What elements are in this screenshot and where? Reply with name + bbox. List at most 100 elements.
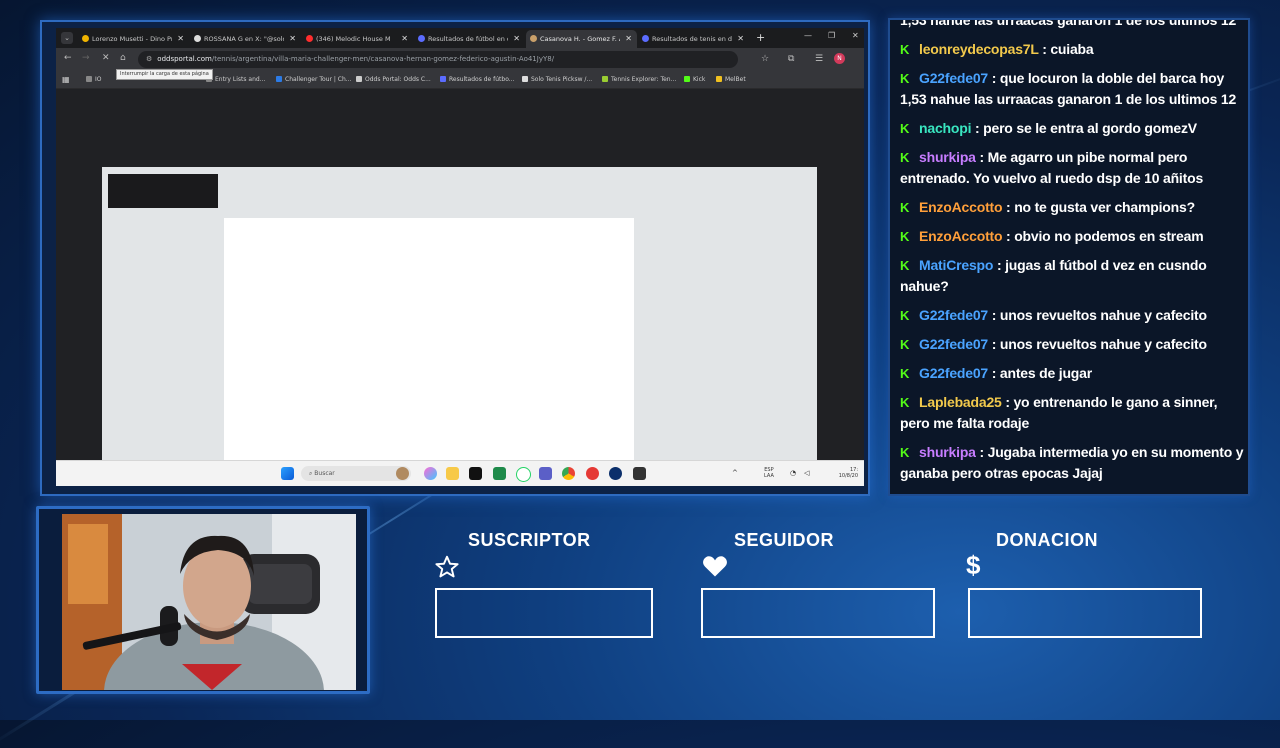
bookmark-favicon-icon [276, 76, 282, 82]
profile-avatar[interactable]: N [834, 53, 845, 64]
bookmark-item[interactable]: MelBet [716, 72, 746, 88]
chat-username[interactable]: shurkipa [919, 149, 976, 165]
tab-close-icon[interactable]: ✕ [625, 30, 632, 48]
language-indicator[interactable]: ESP LAA [764, 467, 774, 479]
chat-message: Knachopi : pero se le entra al gordo gom… [900, 114, 1248, 143]
windows-taskbar: ⌕ Buscar ^ ESP LAA ◔ ◁ 17: 10/8/20 [56, 460, 864, 486]
network-icon[interactable]: ◔ [790, 470, 796, 477]
kick-badge-icon: K [900, 308, 910, 323]
chat-message: K G22fede07 : unos revueltos nahue y cafe… [900, 330, 1248, 359]
webcam-image [62, 514, 356, 690]
bookmark-item[interactable]: Entry Lists and... [206, 72, 265, 88]
bookmark-favicon-icon [440, 76, 446, 82]
browser-tab[interactable]: Resultados de fútbol en d ✕ [414, 30, 525, 48]
extensions-icon[interactable]: ⧉ [788, 54, 794, 64]
chat-username[interactable]: leonreydecopas7L [919, 41, 1039, 57]
clock[interactable]: 17: 10/8/20 [828, 467, 858, 479]
maximize-icon[interactable]: ❐ [828, 31, 835, 40]
bookmark-item[interactable]: Odds Portal: Odds C... [356, 72, 431, 88]
tab-favicon-icon [82, 35, 89, 42]
browser-tab[interactable]: Lorenzo Musetti - Dino Pr ✕ [78, 30, 189, 48]
chat-username[interactable]: G22fede07 [919, 365, 988, 381]
browser-tab[interactable]: (346) Melodic House M ✕ [302, 30, 413, 48]
browser-tab[interactable]: Resultados de tenis en d ✕ [638, 30, 749, 48]
app-icon[interactable] [586, 467, 599, 480]
bookmark-label: Entry Lists and... [215, 76, 266, 83]
bookmark-star-icon[interactable]: ☆ [761, 54, 769, 64]
bookmark-item[interactable]: Solo Tenis Picksw /... [522, 72, 592, 88]
stop-loading-icon[interactable]: ✕ [102, 53, 110, 63]
tab-favicon-icon [642, 35, 649, 42]
chat-username[interactable]: shurkipa [919, 444, 976, 460]
page-content [102, 167, 817, 468]
heart-icon [700, 552, 730, 584]
subscriber-title: SUSCRIPTOR [468, 530, 591, 550]
copilot-icon[interactable] [424, 467, 437, 480]
chat-message: 1,53 nahue las urraacas ganaron 1 de los… [900, 20, 1248, 35]
volume-icon[interactable]: ◁ [804, 470, 809, 477]
kick-badge-icon: K [900, 366, 910, 381]
bookmark-label: Odds Portal: Odds C... [365, 76, 431, 83]
apps-icon[interactable]: ▦ [62, 72, 70, 88]
chat-username[interactable]: Laplebada25 [919, 394, 1002, 410]
app-icon[interactable] [609, 467, 622, 480]
kick-badge-icon: K [900, 445, 910, 460]
tray-chevron-icon[interactable]: ^ [732, 470, 738, 477]
tab-title: Casanova H. - Gomez F. A [540, 35, 620, 43]
browser-tab[interactable]: Casanova H. - Gomez F. A ✕ [526, 30, 637, 48]
donation-alert-box [968, 588, 1202, 638]
address-bar[interactable]: ⚙ oddsportal.com/tennis/argentina/villa-m… [138, 51, 738, 68]
tab-sidebar-icon[interactable]: ☰ [815, 54, 823, 64]
page-header-block [108, 174, 218, 208]
widgets-icon[interactable] [396, 467, 409, 480]
chrome-icon[interactable] [562, 467, 575, 480]
whatsapp-icon[interactable] [516, 467, 531, 482]
spreadsheet-icon[interactable] [493, 467, 506, 480]
bookmark-favicon-icon [716, 76, 722, 82]
chat-message: Kshurkipa : Jugaba intermedia yo en su m… [900, 444, 1244, 481]
tab-close-icon[interactable]: ✕ [513, 30, 520, 48]
tab-search-icon[interactable]: ⌄ [61, 32, 73, 44]
bookmark-item[interactable]: Resultados de fútbo... [440, 72, 515, 88]
tiktok-icon[interactable] [469, 467, 482, 480]
chat-message: Kshurkipa : Me agarro un pibe normal per… [900, 149, 1204, 186]
chat-username[interactable]: G22fede07 [919, 336, 988, 352]
bookmark-item[interactable]: IO [86, 72, 102, 88]
chat-username[interactable]: G22fede07 [919, 307, 988, 323]
taskbar-search-input[interactable]: ⌕ Buscar [301, 466, 411, 481]
follower-title: SEGUIDOR [734, 530, 835, 550]
bookmark-item[interactable]: Challenger Tour | Ch... [276, 72, 352, 88]
site-info-icon[interactable]: ⚙ [146, 51, 152, 68]
forward-icon[interactable]: → [82, 53, 90, 63]
tab-title: ROSSANA G en X: "@solo [204, 35, 284, 43]
teams-icon[interactable] [539, 467, 552, 480]
url-path: /tennis/argentina/villa-maria-challenger… [211, 55, 555, 63]
url-host: oddsportal.com [157, 55, 212, 63]
chat-messages: 1,53 nahue las urraacas ganaron 1 de los… [900, 20, 1248, 488]
bookmark-item[interactable]: Kick [684, 72, 705, 88]
page-loading-panel [224, 218, 634, 468]
chat-username[interactable]: nachopi [919, 120, 971, 136]
home-icon[interactable]: ⌂ [120, 53, 126, 63]
tab-close-icon[interactable]: ✕ [177, 30, 184, 48]
file-explorer-icon[interactable] [446, 467, 459, 480]
start-icon[interactable] [281, 467, 294, 480]
chat-username[interactable]: EnzoAccotto [919, 199, 1003, 215]
close-window-icon[interactable]: ✕ [852, 31, 859, 40]
kick-badge-icon: K [900, 42, 910, 57]
app-icon[interactable] [633, 467, 646, 480]
tab-close-icon[interactable]: ✕ [401, 30, 408, 48]
bookmark-item[interactable]: Tennis Explorer: Ten... [602, 72, 676, 88]
chat-username[interactable]: MatiCrespo [919, 257, 993, 273]
chat-username[interactable]: G22fede07 [919, 70, 988, 86]
tab-close-icon[interactable]: ✕ [737, 30, 744, 48]
new-tab-icon[interactable]: + [756, 30, 765, 46]
tab-close-icon[interactable]: ✕ [289, 30, 296, 48]
bookmark-favicon-icon [86, 76, 92, 82]
back-icon[interactable]: ← [64, 53, 72, 63]
minimize-icon[interactable]: — [804, 31, 812, 40]
browser-tab[interactable]: ROSSANA G en X: "@solo ✕ [190, 30, 301, 48]
stop-loading-tooltip: Interrumpir la carga de esta página [116, 69, 213, 80]
chat-text: antes de jugar [999, 365, 1092, 381]
chat-username[interactable]: EnzoAccotto [919, 228, 1003, 244]
